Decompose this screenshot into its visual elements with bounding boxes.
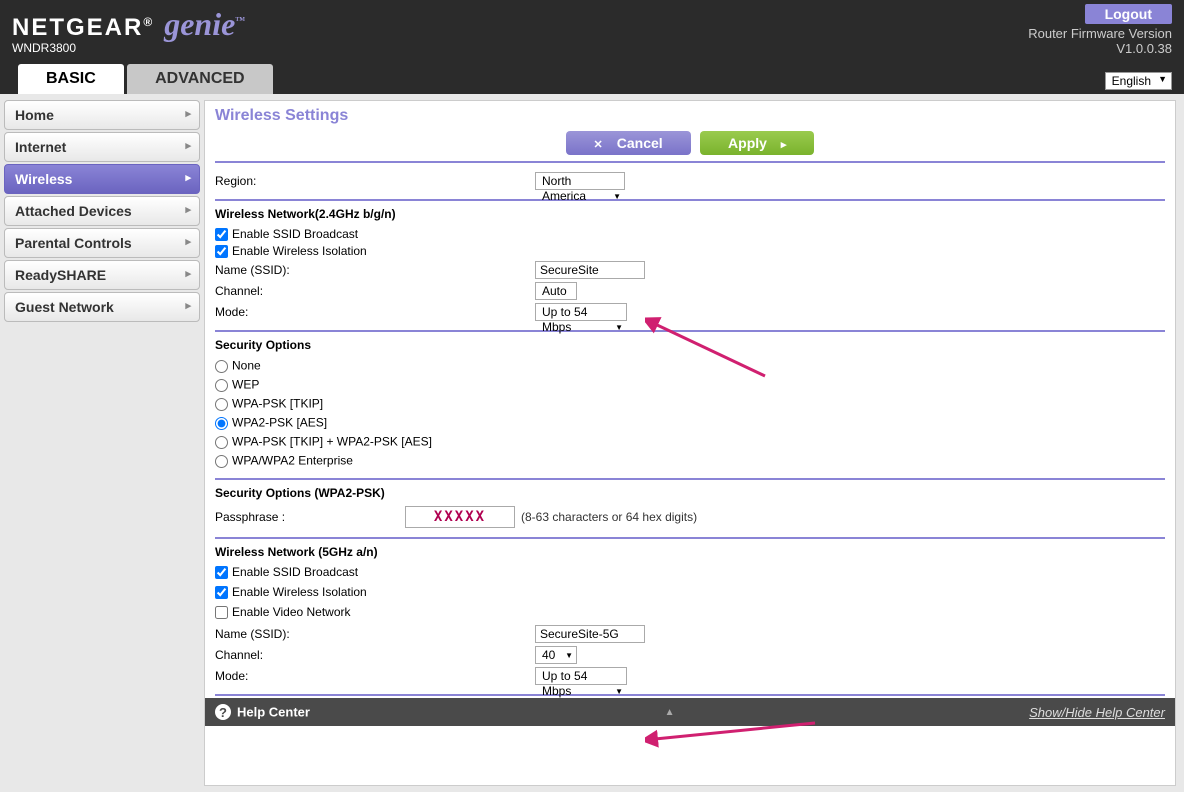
channel-5-select[interactable]: 40 [535, 646, 577, 664]
apply-button[interactable]: Apply [700, 131, 814, 155]
ssid-5-input[interactable] [535, 625, 645, 643]
video-network-5-checkbox[interactable] [215, 606, 228, 619]
channel-5-label: Channel: [215, 648, 535, 662]
tab-basic[interactable]: BASIC [18, 64, 124, 94]
sidebar: Home Internet Wireless Attached Devices … [0, 94, 204, 792]
model-number: WNDR3800 [12, 41, 1172, 55]
firmware-version: Router Firmware Version V1.0.0.38 [1028, 26, 1172, 56]
sidebar-item-attached-devices[interactable]: Attached Devices [4, 196, 200, 226]
ssid-broadcast-5-checkbox[interactable] [215, 566, 228, 579]
annotation-arrow-2 [645, 719, 825, 749]
mode-5-label: Mode: [215, 669, 535, 683]
show-hide-help-link[interactable]: Show/Hide Help Center [1029, 705, 1165, 720]
top-tabs: BASIC ADVANCED [18, 64, 273, 94]
passphrase-label: Passphrase : [215, 510, 405, 524]
brand-genie: genie™ [164, 6, 245, 43]
sidebar-item-wireless[interactable]: Wireless [4, 164, 200, 194]
region-section: Region: North America [215, 161, 1165, 199]
sidebar-item-home[interactable]: Home [4, 100, 200, 130]
channel-24-select[interactable]: Auto [535, 282, 577, 300]
expand-icon[interactable]: ▲ [665, 707, 675, 718]
annotation-arrow-1 [645, 316, 775, 386]
sidebar-item-guest-network[interactable]: Guest Network [4, 292, 200, 322]
tab-advanced[interactable]: ADVANCED [127, 64, 272, 94]
wireless-isolation-24-checkbox[interactable] [215, 245, 228, 258]
page-title: Wireless Settings [215, 107, 1165, 125]
security-wpa-both-radio[interactable] [215, 436, 228, 449]
brand-netgear: NETGEAR® [12, 14, 154, 42]
channel-24-label: Channel: [215, 284, 535, 298]
wireless-isolation-5-label: Enable Wireless Isolation [232, 585, 367, 599]
security-wep-radio[interactable] [215, 379, 228, 392]
passphrase-input[interactable]: XXXXX [405, 506, 515, 528]
mode-24-select[interactable]: Up to 54 Mbps [535, 303, 627, 321]
security-wpa-tkip-radio[interactable] [215, 398, 228, 411]
ssid-24-input[interactable] [535, 261, 645, 279]
region-label: Region: [215, 174, 535, 188]
network-5ghz-section: Wireless Network (5GHz a/n) Enable SSID … [215, 537, 1165, 694]
ssid-broadcast-24-label: Enable SSID Broadcast [232, 227, 358, 241]
wireless-isolation-24-label: Enable Wireless Isolation [232, 244, 367, 258]
sidebar-item-internet[interactable]: Internet [4, 132, 200, 162]
action-buttons: Cancel Apply [215, 131, 1165, 155]
security-enterprise-radio[interactable] [215, 455, 228, 468]
sidebar-item-parental-controls[interactable]: Parental Controls [4, 228, 200, 258]
cancel-button[interactable]: Cancel [566, 131, 691, 155]
mode-24-label: Mode: [215, 305, 535, 319]
ssid-broadcast-5-label: Enable SSID Broadcast [232, 565, 358, 579]
brand: NETGEAR® genie™ [12, 6, 1172, 43]
network-5ghz-heading: Wireless Network (5GHz a/n) [215, 545, 1165, 559]
mode-5-select[interactable]: Up to 54 Mbps [535, 667, 627, 685]
header: NETGEAR® genie™ WNDR3800 Logout Router F… [0, 0, 1184, 94]
passphrase-hint: (8-63 characters or 64 hex digits) [521, 510, 697, 524]
sidebar-item-readyshare[interactable]: ReadySHARE [4, 260, 200, 290]
ssid-5-label: Name (SSID): [215, 627, 535, 641]
ssid-24-label: Name (SSID): [215, 263, 535, 277]
wireless-isolation-5-checkbox[interactable] [215, 586, 228, 599]
security-wpa2-aes-radio[interactable] [215, 417, 228, 430]
passphrase-heading: Security Options (WPA2-PSK) [215, 486, 1165, 500]
logout-button[interactable]: Logout [1085, 4, 1172, 24]
language-select[interactable]: English [1105, 72, 1172, 90]
passphrase-section: Security Options (WPA2-PSK) Passphrase :… [215, 478, 1165, 537]
region-select[interactable]: North America [535, 172, 625, 190]
network-24ghz-section: Wireless Network(2.4GHz b/g/n) Enable SS… [215, 199, 1165, 330]
network-24ghz-heading: Wireless Network(2.4GHz b/g/n) [215, 207, 1165, 221]
video-network-5-label: Enable Video Network [232, 605, 351, 619]
help-icon: ? [215, 704, 231, 720]
ssid-broadcast-24-checkbox[interactable] [215, 228, 228, 241]
help-center-label: Help Center [237, 705, 310, 720]
main-content: Wireless Settings Cancel Apply Region: N… [204, 100, 1176, 786]
security-none-radio[interactable] [215, 360, 228, 373]
